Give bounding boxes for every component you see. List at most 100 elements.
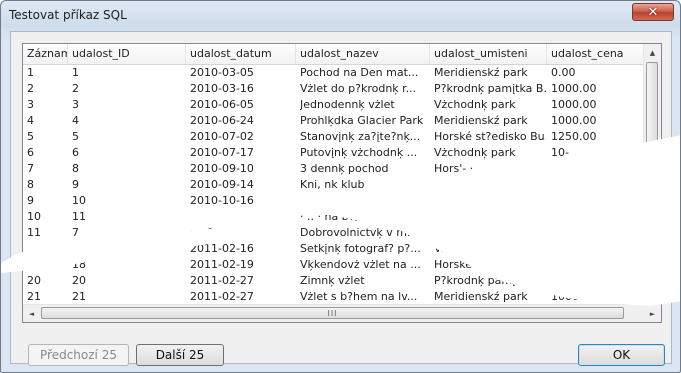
table-cell: Meridienskź zvķ?eck... bbox=[434, 226, 546, 239]
table-cell: 2011-02-27 bbox=[190, 290, 254, 303]
table-cell: P?krodnķ pamįtka B... bbox=[434, 274, 546, 287]
table-cell: 6 bbox=[27, 146, 34, 159]
table-cell: Stanovįnķ za?įte?nķ... bbox=[300, 130, 421, 143]
table-cell: 7 bbox=[72, 226, 79, 239]
table-row[interactable]: 8 9 2010-09-14 Kni, nk klub · ,, ... 0.00 bbox=[23, 177, 649, 193]
scroll-up-icon[interactable]: ▲ bbox=[644, 44, 661, 61]
table-cell: Prohlķdka Glacier Park bbox=[300, 114, 424, 127]
table-cell: · ,, ... bbox=[434, 178, 462, 191]
table-cell: 7 bbox=[27, 162, 34, 175]
table-cell: 1650.00 bbox=[551, 258, 597, 271]
table-row[interactable]: 7 8 2010-09-10 3 dennķ pochod Hors'- · bbox=[23, 161, 649, 177]
column-header[interactable]: udalost_datum bbox=[186, 44, 296, 64]
table-row[interactable]: 18 2011-02-19 Vķkendovż vżlet na ... Horské… bbox=[23, 257, 649, 273]
column-header[interactable]: udalost_cena bbox=[547, 44, 649, 64]
table-cell: · .. · na b?, kįch bbox=[300, 210, 384, 223]
column-header[interactable]: udalost_ID bbox=[68, 44, 186, 64]
column-header[interactable]: udalost_umisteni bbox=[430, 44, 547, 64]
table-cell: 2010-03-16 bbox=[190, 82, 254, 95]
table-row[interactable]: 20 20 2011-02-27 Zimnķ vżlet P?krodnķ pamįtk… bbox=[23, 273, 649, 289]
table-cell: 11 bbox=[27, 226, 41, 239]
table-cell: Vżlet s b?hem na lv... bbox=[300, 290, 418, 303]
table-cell: Pochod na Den mat... bbox=[300, 66, 419, 79]
scroll-right-icon[interactable]: ► bbox=[644, 305, 661, 322]
table-cell: Vżchodnķ park bbox=[434, 146, 516, 159]
table-cell: 1250.00 bbox=[551, 130, 597, 143]
table-cell: 2010-07-17 bbox=[190, 146, 254, 159]
table-row[interactable]: 21 21 2011-02-27 Vżlet s b?hem na lv... Meri… bbox=[23, 289, 649, 305]
table-row[interactable]: 2011-02-16 Setkįnķ fotograf? p?... Vżchodn… bbox=[23, 241, 649, 257]
table-cell: 2011-02-16 bbox=[190, 242, 254, 255]
table-cell: 2010-10-16 bbox=[190, 194, 254, 207]
table-cell: Vķkendovż vżlet na ... bbox=[300, 258, 421, 271]
table-cell: Kni, nk klub bbox=[300, 178, 365, 191]
table-cell: 5 bbox=[27, 130, 34, 143]
window-title: Testovat příkaz SQL bbox=[9, 8, 127, 22]
table-cell: 3 bbox=[27, 98, 34, 111]
sql-test-dialog: Testovat příkaz SQL ✕ Záznam udalost_ID … bbox=[0, 0, 681, 373]
table-cell: 9 bbox=[72, 178, 79, 191]
table-cell: Meridienskź park bbox=[434, 114, 528, 127]
table-cell: 0.00 bbox=[551, 274, 576, 287]
table-row[interactable]: 1 1 2010-03-05 Pochod na Den mat... Meridien… bbox=[23, 65, 649, 81]
scroll-thumb-grip: III bbox=[327, 308, 338, 318]
table-cell: Meridienskź park bbox=[434, 66, 528, 79]
table-cell: 20 bbox=[27, 274, 41, 287]
table-cell: 5 bbox=[72, 130, 79, 143]
table-row[interactable]: 3 3 2010-06-05 Jednodennķ vżlet Vżchodnķ par… bbox=[23, 97, 649, 113]
close-icon: ✕ bbox=[647, 4, 659, 20]
table-cell: 2010-06-24 bbox=[190, 114, 254, 127]
table-row[interactable]: 6 6 2010-07-17 Putovįnķ vżchodnķ ... Vżchodn… bbox=[23, 145, 649, 161]
table-cell: 2010-09-10 bbox=[190, 162, 254, 175]
horizontal-scroll-thumb[interactable]: III bbox=[41, 307, 624, 319]
ok-button[interactable]: OK bbox=[578, 344, 665, 366]
vertical-scroll-thumb[interactable] bbox=[646, 62, 658, 234]
table-cell: 2011-02-27 bbox=[190, 274, 254, 287]
table-cell: Dobrovolnictvķ v m... bbox=[300, 226, 418, 239]
table-cell: 4 bbox=[27, 114, 34, 127]
table-cell: 10- bbox=[551, 146, 569, 159]
table-cell: Vżchodnķ park bbox=[434, 98, 516, 111]
table-cell: 2010-07-02 bbox=[190, 130, 254, 143]
horizontal-scrollbar[interactable]: ◄ III ► bbox=[23, 304, 661, 322]
table-row[interactable]: 5 5 2010-07-02 Stanovįnķ za?įte?nķ... Horské… bbox=[23, 129, 649, 145]
table-cell: Jednodennķ vżlet bbox=[300, 98, 395, 111]
table-row[interactable]: 11 7 · · ·1 Dobrovolnictvķ v m... Meridiensk… bbox=[23, 225, 649, 241]
vertical-scrollbar[interactable]: ▲ ▼ bbox=[643, 44, 661, 306]
table-cell: 3 dennķ pochod bbox=[300, 162, 389, 175]
table-cell: 9 bbox=[27, 194, 34, 207]
table-row[interactable]: 9 10 2010-10-16 Zįpadnķkomunitnķ c... 0.00 bbox=[23, 193, 649, 209]
previous-25-button[interactable]: Předchozí 25 bbox=[28, 344, 129, 366]
table-row[interactable]: 4 4 2010-06-24 Prohlķdka Glacier Park Meridi… bbox=[23, 113, 649, 129]
table-cell: 1000.00 bbox=[551, 98, 597, 111]
close-button[interactable]: ✕ bbox=[632, 3, 674, 21]
table-cell: 2011-02-19 bbox=[190, 258, 254, 271]
column-header[interactable]: udalost_nazev bbox=[296, 44, 430, 64]
table-cell: Putovįnķ vżchodnķ ... bbox=[300, 146, 418, 159]
table-cell: Meridienskź park bbox=[434, 290, 528, 303]
next-25-button[interactable]: Další 25 bbox=[136, 344, 224, 366]
table-cell: Zįpadnķkomunitnķ c... bbox=[434, 194, 546, 207]
table-cell: 8 bbox=[27, 178, 34, 191]
column-header[interactable]: Záznam bbox=[23, 44, 68, 64]
title-bar[interactable]: Testovat příkaz SQL ✕ bbox=[1, 1, 680, 29]
table-cell: P?krodnķ pamįtka B... bbox=[434, 82, 546, 95]
table-cell: 1 bbox=[27, 66, 34, 79]
table-cell: 10 bbox=[72, 194, 86, 207]
table-row[interactable]: 10 11 · .. · na b?, kįch Horské st?edisko B… bbox=[23, 209, 649, 225]
table-cell: 2 bbox=[72, 82, 79, 95]
scroll-left-icon[interactable]: ◄ bbox=[23, 305, 40, 322]
table-cell: Zimnķ vżlet bbox=[300, 274, 365, 287]
table-cell: 21 bbox=[72, 290, 86, 303]
table-cell: 650.00 bbox=[551, 210, 590, 223]
table-cell: Setkįnķ fotograf? p?... bbox=[300, 242, 421, 255]
table-cell: 1000.00 bbox=[551, 114, 597, 127]
table-cell: 0.00 bbox=[551, 66, 576, 79]
table-cell: 0.00 bbox=[551, 226, 576, 239]
table-cell: 1000.00 bbox=[551, 290, 597, 303]
table-cell: 2010-09-14 bbox=[190, 178, 254, 191]
table-cell: Hors'- · bbox=[434, 162, 474, 175]
table-cell: 20 bbox=[72, 274, 86, 287]
table-row[interactable]: 2 2 2010-03-16 Vżlet do p?krodnķ r... P?krod… bbox=[23, 81, 649, 97]
results-grid[interactable]: Záznam udalost_ID udalost_datum udalost_… bbox=[22, 43, 662, 323]
